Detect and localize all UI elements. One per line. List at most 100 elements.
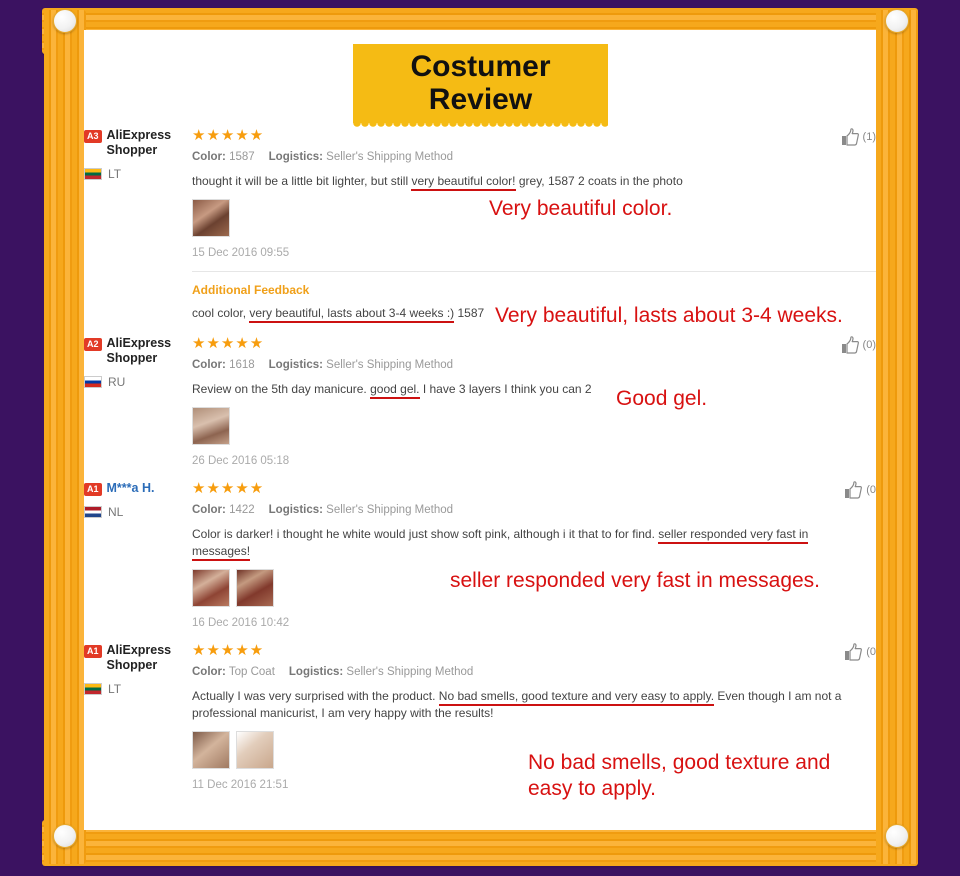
color-label: Color: bbox=[192, 359, 226, 371]
review-user-column: A1 AliExpress Shopper LT bbox=[84, 643, 192, 791]
color-value: 1587 bbox=[229, 151, 255, 163]
review-text-before: Actually I was very surprised with the p… bbox=[192, 689, 439, 703]
logistics-value: Seller's Shipping Method bbox=[326, 504, 454, 516]
helpful-count: (0 bbox=[866, 484, 876, 496]
logistics-value: Seller's Shipping Method bbox=[326, 359, 454, 371]
country-code: LT bbox=[108, 167, 122, 181]
review-body: A3 AliExpress Shopper LT ★★★★★ Color: 1587 Lo… bbox=[84, 128, 876, 259]
country-flag-icon bbox=[84, 376, 102, 388]
review-body: A2 AliExpress Shopper RU ★★★★★ Color: 1618 Lo… bbox=[84, 336, 876, 467]
frame-screw-bottom-right bbox=[885, 824, 909, 848]
review-date: 15 Dec 2016 09:55 bbox=[192, 247, 290, 259]
review-photo-thumbnail[interactable] bbox=[236, 731, 274, 769]
review-text-after: grey, 1587 2 coats in the photo bbox=[515, 174, 683, 188]
addfb-text-before: cool color, bbox=[192, 306, 250, 320]
review-text: Review on the 5th day manicure. good gel… bbox=[192, 381, 866, 399]
rating-stars: ★★★★★ bbox=[192, 127, 265, 144]
thumbs-up-icon[interactable] bbox=[840, 336, 860, 354]
review-photo-thumbnail[interactable] bbox=[192, 407, 230, 445]
review-user: A2 AliExpress Shopper bbox=[84, 336, 192, 366]
review-item: A2 AliExpress Shopper RU ★★★★★ Color: 1618 Lo… bbox=[84, 336, 876, 467]
additional-feedback-title: Additional Feedback bbox=[192, 283, 310, 297]
helpful-control[interactable]: (1) bbox=[840, 128, 876, 146]
review-meta: Color: Top Coat Logistics: Seller's Shipp… bbox=[192, 665, 866, 679]
user-country: LT bbox=[84, 682, 192, 696]
user-country: LT bbox=[84, 167, 192, 181]
user-country: NL bbox=[84, 505, 192, 519]
review-content-column: ★★★★★ Color: 1422 Logistics: Seller's Ship… bbox=[192, 481, 876, 629]
review-photo-thumbnail[interactable] bbox=[192, 569, 230, 607]
review-annotation: seller responded very fast in messages. bbox=[450, 569, 821, 592]
review-text-before: thought it will be a little bit lighter,… bbox=[192, 174, 412, 188]
user-level-badge: A3 bbox=[84, 130, 102, 143]
rating-stars: ★★★★★ bbox=[192, 480, 265, 497]
color-label: Color: bbox=[192, 666, 226, 678]
review-content-column: ★★★★★ Color: 1587 Logistics: Seller's Ship… bbox=[192, 128, 876, 259]
thumbs-up-icon[interactable] bbox=[843, 643, 863, 661]
review-user-column: A3 AliExpress Shopper LT bbox=[84, 128, 192, 259]
review-user: A1 AliExpress Shopper bbox=[84, 643, 192, 673]
page-title-banner-body: Costumer Review bbox=[353, 44, 608, 123]
helpful-count: (1) bbox=[862, 131, 876, 143]
logistics-label: Logistics: bbox=[268, 504, 323, 516]
review-text: thought it will be a little bit lighter,… bbox=[192, 173, 866, 191]
country-code: RU bbox=[108, 375, 126, 389]
review-item: A1 M***a H. NL ★★★★★ Color: 1422 Logistics: S… bbox=[84, 481, 876, 629]
country-flag-icon bbox=[84, 506, 102, 518]
review-text-highlight: No bad smells, good texture and very eas… bbox=[438, 689, 715, 706]
review-text: Color is darker! i thought he white woul… bbox=[192, 526, 866, 561]
color-value: Top Coat bbox=[228, 666, 275, 678]
user-name[interactable]: M***a H. bbox=[107, 481, 155, 496]
review-list: A3 AliExpress Shopper LT ★★★★★ Color: 1587 Lo… bbox=[84, 128, 876, 805]
review-content-column: ★★★★★ Color: 1618 Logistics: Seller's Ship… bbox=[192, 336, 876, 467]
color-label: Color: bbox=[192, 504, 226, 516]
country-flag-icon bbox=[84, 683, 102, 695]
review-date: 26 Dec 2016 05:18 bbox=[192, 455, 290, 467]
helpful-control[interactable]: (0 bbox=[843, 643, 876, 661]
addfb-text-after: 1587 bbox=[454, 306, 485, 320]
helpful-control[interactable]: (0 bbox=[843, 481, 876, 499]
logistics-label: Logistics: bbox=[268, 151, 323, 163]
logistics-value: Seller's Shipping Method bbox=[346, 666, 474, 678]
review-photo-list bbox=[192, 407, 866, 445]
frame-screw-top-left bbox=[53, 9, 77, 33]
frame-right-bar bbox=[876, 10, 918, 864]
review-text-highlight: very beautiful color! bbox=[411, 174, 516, 191]
review-photo-thumbnail[interactable] bbox=[192, 199, 230, 237]
review-date: 16 Dec 2016 10:42 bbox=[192, 617, 290, 629]
logistics-label: Logistics: bbox=[268, 359, 323, 371]
frame-screw-top-right bbox=[885, 9, 909, 33]
logistics-label: Logistics: bbox=[288, 666, 344, 678]
review-text: Actually I was very surprised with the p… bbox=[192, 688, 866, 722]
page-title: Costumer Review bbox=[410, 50, 551, 116]
logistics-value: Seller's Shipping Method bbox=[326, 151, 454, 163]
review-annotation: Very beautiful, lasts about 3-4 weeks. bbox=[495, 304, 843, 327]
helpful-count: (0 bbox=[866, 646, 876, 658]
frame-screw-bottom-left bbox=[53, 824, 77, 848]
helpful-control[interactable]: (0) bbox=[840, 336, 876, 354]
rating-stars: ★★★★★ bbox=[192, 642, 265, 659]
country-flag-icon bbox=[84, 168, 102, 180]
country-code: LT bbox=[108, 682, 122, 696]
user-name: AliExpress Shopper bbox=[106, 643, 172, 672]
review-body: A1 M***a H. NL ★★★★★ Color: 1422 Logistics: S… bbox=[84, 481, 876, 629]
helpful-count: (0) bbox=[862, 339, 876, 351]
user-name: AliExpress Shopper bbox=[106, 336, 172, 365]
review-divider bbox=[192, 271, 876, 272]
color-value: 1422 bbox=[229, 504, 255, 516]
color-value: 1618 bbox=[229, 359, 255, 371]
thumbs-up-icon[interactable] bbox=[843, 481, 863, 499]
user-level-badge: A1 bbox=[84, 483, 102, 496]
review-photo-thumbnail[interactable] bbox=[236, 569, 274, 607]
thumbs-up-icon[interactable] bbox=[840, 128, 860, 146]
review-text-highlight: good gel. bbox=[370, 382, 420, 399]
country-code: NL bbox=[108, 505, 124, 519]
user-name: AliExpress Shopper bbox=[106, 128, 172, 157]
review-text-before: Color is darker! i thought he white woul… bbox=[192, 527, 659, 541]
user-level-badge: A1 bbox=[84, 645, 102, 658]
rating-stars: ★★★★★ bbox=[192, 335, 265, 352]
review-meta: Color: 1618 Logistics: Seller's Shipping … bbox=[192, 358, 866, 372]
review-meta: Color: 1587 Logistics: Seller's Shipping … bbox=[192, 150, 866, 164]
color-label: Color: bbox=[192, 151, 226, 163]
review-photo-thumbnail[interactable] bbox=[192, 731, 230, 769]
